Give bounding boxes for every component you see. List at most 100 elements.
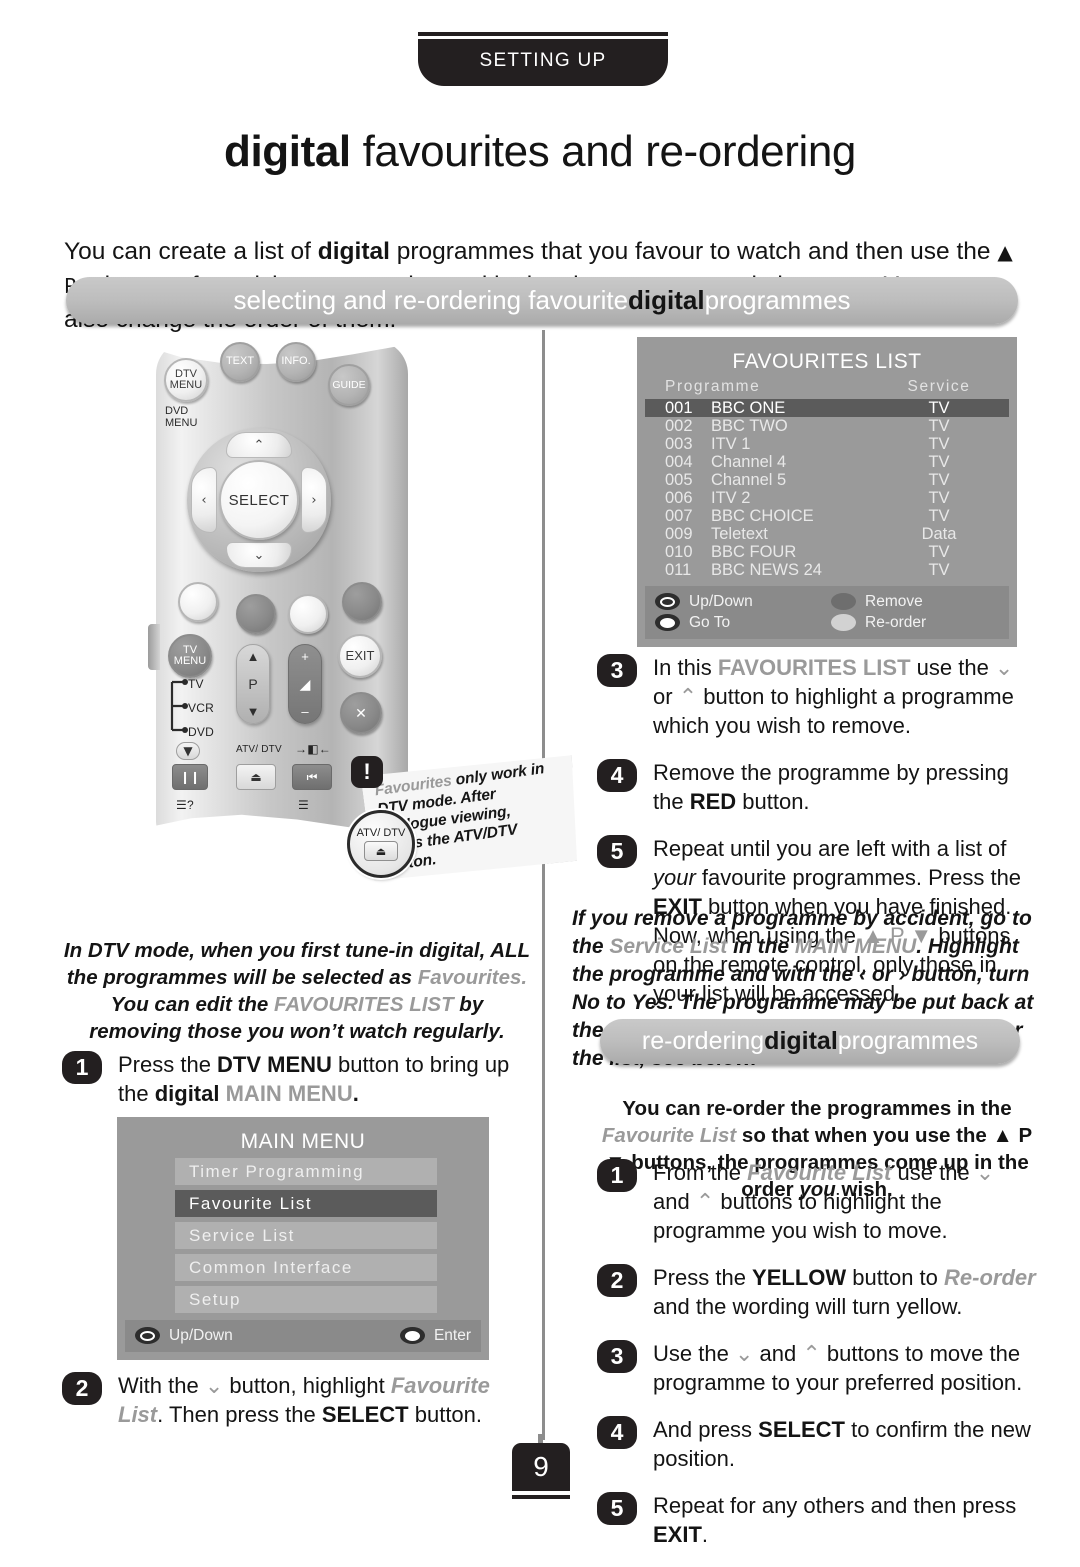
text-run-2: button. xyxy=(736,789,810,814)
footer-remove[interactable]: Remove xyxy=(831,591,999,612)
text-run-0: From the xyxy=(653,1160,748,1185)
footer-reorder[interactable]: Re-order xyxy=(831,612,999,633)
row-number: 004 xyxy=(665,453,693,471)
favourites-list-row[interactable]: 007 BBC CHOICE TV xyxy=(645,507,1009,525)
row-number: 011 xyxy=(665,561,692,579)
guide-button[interactable]: GUIDE xyxy=(328,364,370,406)
favourites-list-row[interactable]: 003 ITV 1 TV xyxy=(645,435,1009,453)
intro-bold-digital: digital xyxy=(317,237,390,265)
text-run-5: SELECT xyxy=(321,1402,409,1427)
atv-dtv-zoom-circle: ATV/ DTV ⏏ xyxy=(347,810,415,878)
text-run-0: Press the xyxy=(118,1052,218,1077)
p-down-icon[interactable]: ▼ xyxy=(247,704,260,719)
favourites-list-panel: FAVOURITES LIST Programme Service 001 BBC… xyxy=(637,337,1017,647)
main-menu-item[interactable]: Timer Programming xyxy=(175,1158,437,1185)
swap-icon: →◧← xyxy=(295,742,331,756)
row-number: 002 xyxy=(665,417,693,435)
subtitle-right-icon[interactable]: ☰ xyxy=(298,798,309,812)
row-service-type: TV xyxy=(928,543,950,561)
rewind-button[interactable]: ⏮ xyxy=(292,764,332,790)
footer-go-to[interactable]: Go To xyxy=(655,612,823,633)
footer-go-to-label: Go To xyxy=(689,613,731,631)
p-label: P xyxy=(248,676,258,692)
unlabeled-button-mid-right[interactable] xyxy=(288,594,328,634)
favourites-list-row[interactable]: 005 Channel 5 TV xyxy=(645,471,1009,489)
programme-rocker[interactable]: ▲ P ▼ xyxy=(236,644,270,724)
step-text: And press SELECT to confirm the new posi… xyxy=(653,1415,1037,1473)
enter-ring-icon xyxy=(399,1327,425,1344)
step-text: Press the YELLOW button to Re-order and … xyxy=(653,1263,1037,1321)
favourites-list-row[interactable]: 010 BBC FOUR TV xyxy=(645,543,1009,561)
step-text: Repeat for any others and then press EXI… xyxy=(653,1491,1037,1549)
favourites-list-row[interactable]: 006 ITV 2 TV xyxy=(645,489,1009,507)
text-run-7: No xyxy=(572,991,600,1014)
setting-up-tab: SETTING UP xyxy=(418,32,668,86)
row-number: 003 xyxy=(665,435,693,453)
atv-dtv-zoom-button[interactable]: ⏏ xyxy=(364,841,398,861)
row-number: 010 xyxy=(665,543,693,561)
favourites-list-row[interactable]: 004 Channel 4 TV xyxy=(645,453,1009,471)
main-menu-item[interactable]: Setup xyxy=(175,1286,437,1313)
main-menu-footer-enter[interactable]: Enter xyxy=(307,1325,471,1346)
volume-rocker[interactable]: + ◢ – xyxy=(288,644,322,724)
p-up-icon[interactable]: ▲ xyxy=(247,649,260,664)
step-number-badge: 1 xyxy=(597,1159,637,1192)
page-title-rest: favourites and re-ordering xyxy=(350,127,857,177)
banner-reordering-a: re-ordering xyxy=(641,1027,765,1055)
main-menu-item[interactable]: Common Interface xyxy=(175,1254,437,1281)
favourites-list-row[interactable]: 001 BBC ONE TV xyxy=(645,399,1009,417)
atv-dtv-button[interactable]: ⏏ xyxy=(236,764,276,790)
footer-remove-label: Remove xyxy=(865,592,923,610)
volume-plus-icon[interactable]: + xyxy=(301,649,309,664)
dpad-up-button[interactable]: ⌃ xyxy=(226,432,292,458)
text-run-4: and xyxy=(653,1189,696,1214)
text-run-3: ⌄ xyxy=(994,655,1014,680)
tv-menu-button[interactable]: TV MENU xyxy=(168,634,212,678)
unlabeled-button-left[interactable] xyxy=(178,582,218,622)
page-title: digital favourites and re-ordering xyxy=(0,127,1080,177)
main-menu-item[interactable]: Service List xyxy=(175,1222,437,1249)
favourites-list-row[interactable]: 011 BBC NEWS 24 TV xyxy=(645,561,1009,579)
exit-button[interactable]: EXIT xyxy=(338,634,382,678)
row-service-type: TV xyxy=(928,435,950,453)
subtitle-left-icon[interactable]: ☰? xyxy=(176,798,194,812)
text-run-6: button, turn xyxy=(905,963,1030,986)
main-menu-item[interactable]: Favourite List xyxy=(175,1190,437,1217)
pip-icon[interactable]: ▼ xyxy=(176,742,200,760)
text-run-0: Use the xyxy=(653,1341,735,1366)
main-menu-enter-label: Enter xyxy=(433,1326,471,1344)
text-run-2: . xyxy=(701,1522,709,1547)
row-number: 009 xyxy=(665,525,693,543)
dpad-down-button[interactable]: ⌄ xyxy=(226,542,292,568)
step-item: 3 Use the ⌄ and ⌃ buttons to move the pro… xyxy=(597,1339,1037,1397)
info-button[interactable]: INFO. xyxy=(276,342,316,382)
mute-icon[interactable]: ✕ xyxy=(340,692,382,734)
volume-minus-icon[interactable]: – xyxy=(301,704,308,719)
text-run-1: EXIT xyxy=(653,1522,702,1547)
dtv-menu-button[interactable]: DTV MENU xyxy=(164,358,208,402)
row-programme-name: ITV 2 xyxy=(711,489,751,507)
pause-button[interactable]: ❙❙ xyxy=(172,764,208,790)
dpad-left-button[interactable]: ‹ xyxy=(191,467,217,533)
text-run-1: Favourites. xyxy=(417,965,528,989)
footer-up-down[interactable]: Up/Down xyxy=(655,591,823,612)
select-button[interactable]: SELECT xyxy=(219,460,299,540)
main-menu-footer-up-down[interactable]: Up/Down xyxy=(135,1325,299,1346)
favourites-list-column-headers: Programme Service xyxy=(645,378,1009,399)
steps-highlight-favourite: 2 With the ⌄ button, highlight Favourite … xyxy=(62,1371,532,1447)
favourites-list-row[interactable]: 002 BBC TWO TV xyxy=(645,417,1009,435)
row-number: 005 xyxy=(665,471,693,489)
text-button[interactable]: TEXT xyxy=(220,342,260,382)
favourites-list-row[interactable]: 009 Teletext Data xyxy=(645,525,1009,543)
row-programme-name: ITV 1 xyxy=(711,435,751,453)
step-item: 3 In this FAVOURITES LIST use the ⌄ or ⌃ … xyxy=(597,653,1037,740)
text-run-2: use the xyxy=(891,1160,976,1185)
text-run-1: Favourite List xyxy=(601,1123,737,1147)
favourites-list-rows: 001 BBC ONE TV 002 BBC TWO TV 003 ITV 1 TV 004 Cha… xyxy=(645,399,1009,579)
unlabeled-button-right[interactable] xyxy=(342,582,382,622)
dpad-right-button[interactable]: › xyxy=(301,467,327,533)
text-run-2: in the xyxy=(727,935,795,958)
unlabeled-button-mid-left[interactable] xyxy=(236,594,276,634)
row-programme-name: Channel 4 xyxy=(711,453,787,471)
atv-dtv-zoom-label: ATV/ DTV xyxy=(356,827,406,839)
